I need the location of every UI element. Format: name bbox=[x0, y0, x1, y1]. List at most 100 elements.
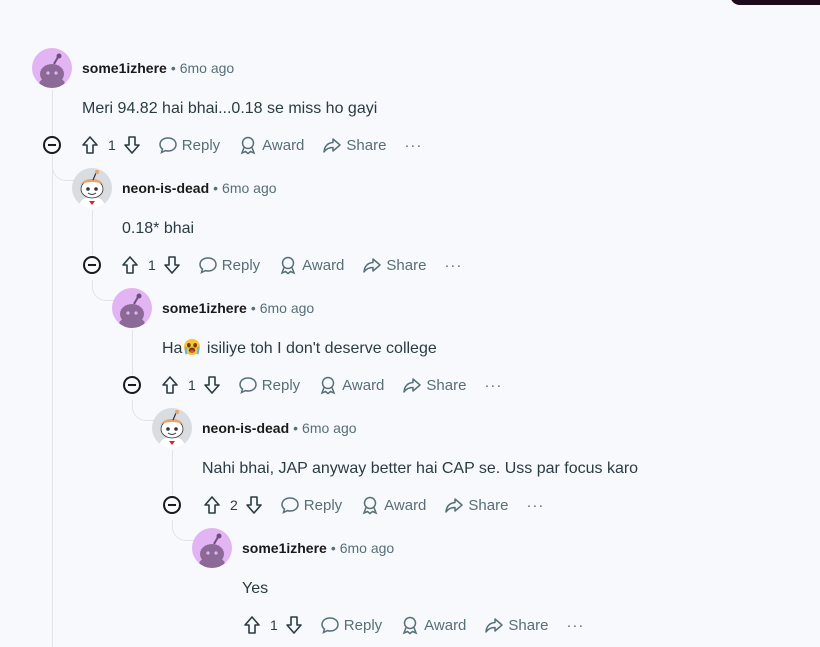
reply-label: Reply bbox=[221, 256, 261, 274]
share-label: Share bbox=[508, 616, 549, 634]
share-button[interactable]: Share bbox=[444, 495, 508, 515]
comment-body: Meri 94.82 hai bhai...0.18 se miss ho ga… bbox=[82, 100, 378, 117]
snoo-avatar-icon bbox=[39, 53, 65, 88]
reply-button[interactable]: Reply bbox=[158, 135, 220, 155]
upvote-icon[interactable] bbox=[202, 495, 222, 515]
award-label: Award bbox=[424, 616, 467, 634]
comment-meta: some1izhere • 6mo ago bbox=[242, 537, 394, 559]
award-icon bbox=[400, 615, 420, 635]
reply-button[interactable]: Reply bbox=[238, 375, 300, 395]
award-label: Award bbox=[302, 256, 345, 274]
downvote-icon[interactable] bbox=[284, 615, 304, 635]
share-label: Share bbox=[468, 496, 509, 514]
upvote-icon[interactable] bbox=[160, 375, 180, 395]
avatar[interactable] bbox=[112, 288, 152, 328]
upvote-icon[interactable] bbox=[242, 615, 262, 635]
thread-line bbox=[132, 330, 133, 375]
award-button[interactable]: Award bbox=[238, 135, 304, 155]
comment-time[interactable]: 6mo ago bbox=[222, 180, 276, 196]
award-button[interactable]: Award bbox=[400, 615, 466, 635]
share-button[interactable]: Share bbox=[362, 255, 426, 275]
collapse-thread-button[interactable] bbox=[43, 136, 61, 154]
award-label: Award bbox=[342, 376, 385, 394]
more-options-button[interactable]: ··· bbox=[566, 617, 584, 634]
reply-label: Reply bbox=[303, 496, 343, 514]
author-name[interactable]: some1izhere bbox=[242, 540, 327, 556]
thread-line bbox=[172, 450, 173, 495]
reply-button[interactable]: Reply bbox=[320, 615, 382, 635]
top-bar-fragment bbox=[730, 0, 820, 5]
thread-branch bbox=[132, 400, 155, 421]
avatar[interactable] bbox=[32, 48, 72, 88]
comment-time[interactable]: 6mo ago bbox=[302, 420, 356, 436]
award-button[interactable]: Award bbox=[360, 495, 426, 515]
thread-branch bbox=[172, 520, 195, 541]
award-icon bbox=[238, 135, 258, 155]
comment-time[interactable]: 6mo ago bbox=[260, 300, 314, 316]
reply-label: Reply bbox=[343, 616, 383, 634]
more-options-button[interactable]: ··· bbox=[526, 497, 544, 514]
upvote-icon[interactable] bbox=[80, 135, 100, 155]
downvote-icon[interactable] bbox=[162, 255, 182, 275]
author-name[interactable]: neon-is-dead bbox=[122, 180, 209, 196]
award-icon bbox=[360, 495, 380, 515]
award-button[interactable]: Award bbox=[318, 375, 384, 395]
share-arrow-icon bbox=[402, 375, 422, 395]
vote-count: 1 bbox=[188, 377, 196, 393]
downvote-icon[interactable] bbox=[122, 135, 142, 155]
more-options-button[interactable]: ··· bbox=[444, 257, 462, 274]
reply-button[interactable]: Reply bbox=[280, 495, 342, 515]
avatar[interactable] bbox=[72, 168, 112, 208]
collapse-thread-button[interactable] bbox=[163, 496, 181, 514]
snoo-avatar-icon bbox=[160, 410, 184, 448]
share-arrow-icon bbox=[484, 615, 504, 635]
award-icon bbox=[278, 255, 298, 275]
more-options-button[interactable]: ··· bbox=[484, 377, 502, 394]
comment-actions: 1 Reply Award Share ··· bbox=[160, 372, 502, 398]
share-button[interactable]: Share bbox=[402, 375, 466, 395]
vote-count: 1 bbox=[270, 617, 278, 633]
comment-time[interactable]: 6mo ago bbox=[340, 540, 394, 556]
comment-text-part: Ha bbox=[162, 340, 183, 357]
vote-count: 1 bbox=[108, 137, 116, 153]
more-options-button[interactable]: ··· bbox=[404, 137, 422, 154]
comment-body: 0.18* bhai bbox=[122, 220, 195, 237]
separator-dot: • bbox=[250, 300, 256, 316]
speech-bubble-icon bbox=[158, 135, 178, 155]
comment-actions: 1 Reply Award Share ··· bbox=[242, 612, 584, 638]
speech-bubble-icon bbox=[198, 255, 218, 275]
thread-line bbox=[92, 210, 93, 255]
downvote-icon[interactable] bbox=[202, 375, 222, 395]
snoo-avatar-icon bbox=[80, 170, 104, 208]
author-name[interactable]: some1izhere bbox=[162, 300, 247, 316]
comment-time[interactable]: 6mo ago bbox=[180, 60, 234, 76]
comment-actions: 1 Reply Award Share ··· bbox=[80, 132, 422, 158]
speech-bubble-icon bbox=[238, 375, 258, 395]
speech-bubble-icon bbox=[280, 495, 300, 515]
share-button[interactable]: Share bbox=[322, 135, 386, 155]
award-label: Award bbox=[262, 136, 305, 154]
avatar[interactable] bbox=[152, 408, 192, 448]
share-arrow-icon bbox=[362, 255, 382, 275]
upvote-icon[interactable] bbox=[120, 255, 140, 275]
author-name[interactable]: neon-is-dead bbox=[202, 420, 289, 436]
comment-text-part: isiliye toh I don't deserve college bbox=[202, 340, 437, 357]
collapse-thread-button[interactable] bbox=[123, 376, 141, 394]
author-name[interactable]: some1izhere bbox=[82, 60, 167, 76]
separator-dot: • bbox=[330, 540, 336, 556]
comment-meta: neon-is-dead • 6mo ago bbox=[122, 177, 277, 199]
comment-meta: neon-is-dead • 6mo ago bbox=[202, 417, 357, 439]
snoo-avatar-icon bbox=[119, 293, 145, 328]
separator-dot: • bbox=[293, 420, 299, 436]
downvote-icon[interactable] bbox=[244, 495, 264, 515]
snoo-avatar-icon bbox=[199, 533, 225, 568]
comment-actions: 2 Reply Award Share ··· bbox=[202, 492, 544, 518]
collapse-thread-button[interactable] bbox=[83, 256, 101, 274]
share-arrow-icon bbox=[444, 495, 464, 515]
avatar[interactable] bbox=[192, 528, 232, 568]
reply-button[interactable]: Reply bbox=[198, 255, 260, 275]
award-button[interactable]: Award bbox=[278, 255, 344, 275]
share-label: Share bbox=[426, 376, 467, 394]
share-button[interactable]: Share bbox=[484, 615, 548, 635]
share-arrow-icon bbox=[322, 135, 342, 155]
